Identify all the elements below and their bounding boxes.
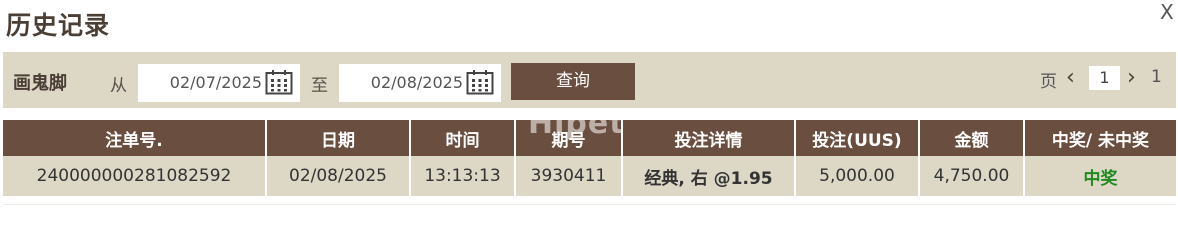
divider xyxy=(3,204,1176,205)
stake-cell: 5,000.00 xyxy=(795,156,920,196)
column-header-period: 期号 xyxy=(515,120,623,156)
column-header-result: 中奖/ 未中奖 xyxy=(1024,120,1176,156)
from-date-value: 02/07/2025 xyxy=(169,73,262,92)
table-header-row: 注单号. 日期 时间 期号 投注详情 投注(UUS) 金额 中奖/ 未中奖 xyxy=(3,120,1176,156)
column-header-stake: 投注(UUS) xyxy=(795,120,920,156)
chevron-right-icon[interactable]: › xyxy=(1127,66,1136,90)
from-label: 从 xyxy=(110,76,127,96)
result-cell: 中奖 xyxy=(1024,156,1176,196)
to-date-value: 02/08/2025 xyxy=(370,73,463,92)
chevron-left-icon[interactable]: ‹ xyxy=(1066,66,1075,90)
page-label: 页 xyxy=(1040,72,1057,92)
filter-bar: 画鬼脚 从 02/07/2025 至 02/08/2025 查询 页 ‹ 1 ›… xyxy=(3,52,1176,108)
calendar-icon[interactable] xyxy=(466,69,494,95)
column-header-ticket: 注单号. xyxy=(3,120,267,156)
history-table: 注单号. 日期 时间 期号 投注详情 投注(UUS) 金额 中奖/ 未中奖 24… xyxy=(3,120,1176,196)
query-button[interactable]: 查询 xyxy=(511,63,635,100)
column-header-bet-detail: 投注详情 xyxy=(622,120,796,156)
page-title: 历史记录 xyxy=(6,11,111,40)
total-pages: 1 xyxy=(1151,67,1162,87)
game-name: 画鬼脚 xyxy=(13,73,67,94)
to-label: 至 xyxy=(311,76,328,96)
from-date-input[interactable]: 02/07/2025 xyxy=(138,64,300,102)
amount-cell: 4,750.00 xyxy=(919,156,1025,196)
column-header-time: 时间 xyxy=(410,120,516,156)
period-cell: 3930411 xyxy=(515,156,623,196)
date-cell: 02/08/2025 xyxy=(266,156,411,196)
ticket-cell: 240000000281082592 xyxy=(3,156,267,196)
column-header-date: 日期 xyxy=(266,120,411,156)
to-date-input[interactable]: 02/08/2025 xyxy=(339,64,501,102)
page-number-input[interactable]: 1 xyxy=(1089,66,1120,90)
calendar-icon[interactable] xyxy=(265,69,293,95)
close-button[interactable]: X xyxy=(1160,0,1174,24)
bet-detail-cell: 经典, 右 @1.95 xyxy=(622,156,796,196)
time-cell: 13:13:13 xyxy=(410,156,516,196)
column-header-amount: 金额 xyxy=(919,120,1025,156)
table-row: 240000000281082592 02/08/2025 13:13:13 3… xyxy=(3,156,1176,196)
